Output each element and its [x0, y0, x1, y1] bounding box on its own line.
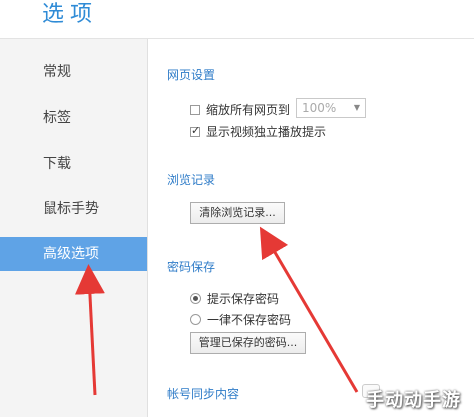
annotation-arrows	[74, 226, 359, 396]
arrow-to-clear-history	[259, 226, 359, 393]
watermark-text: 手动动手游	[366, 390, 461, 411]
arrow-to-advanced-options	[74, 264, 105, 396]
